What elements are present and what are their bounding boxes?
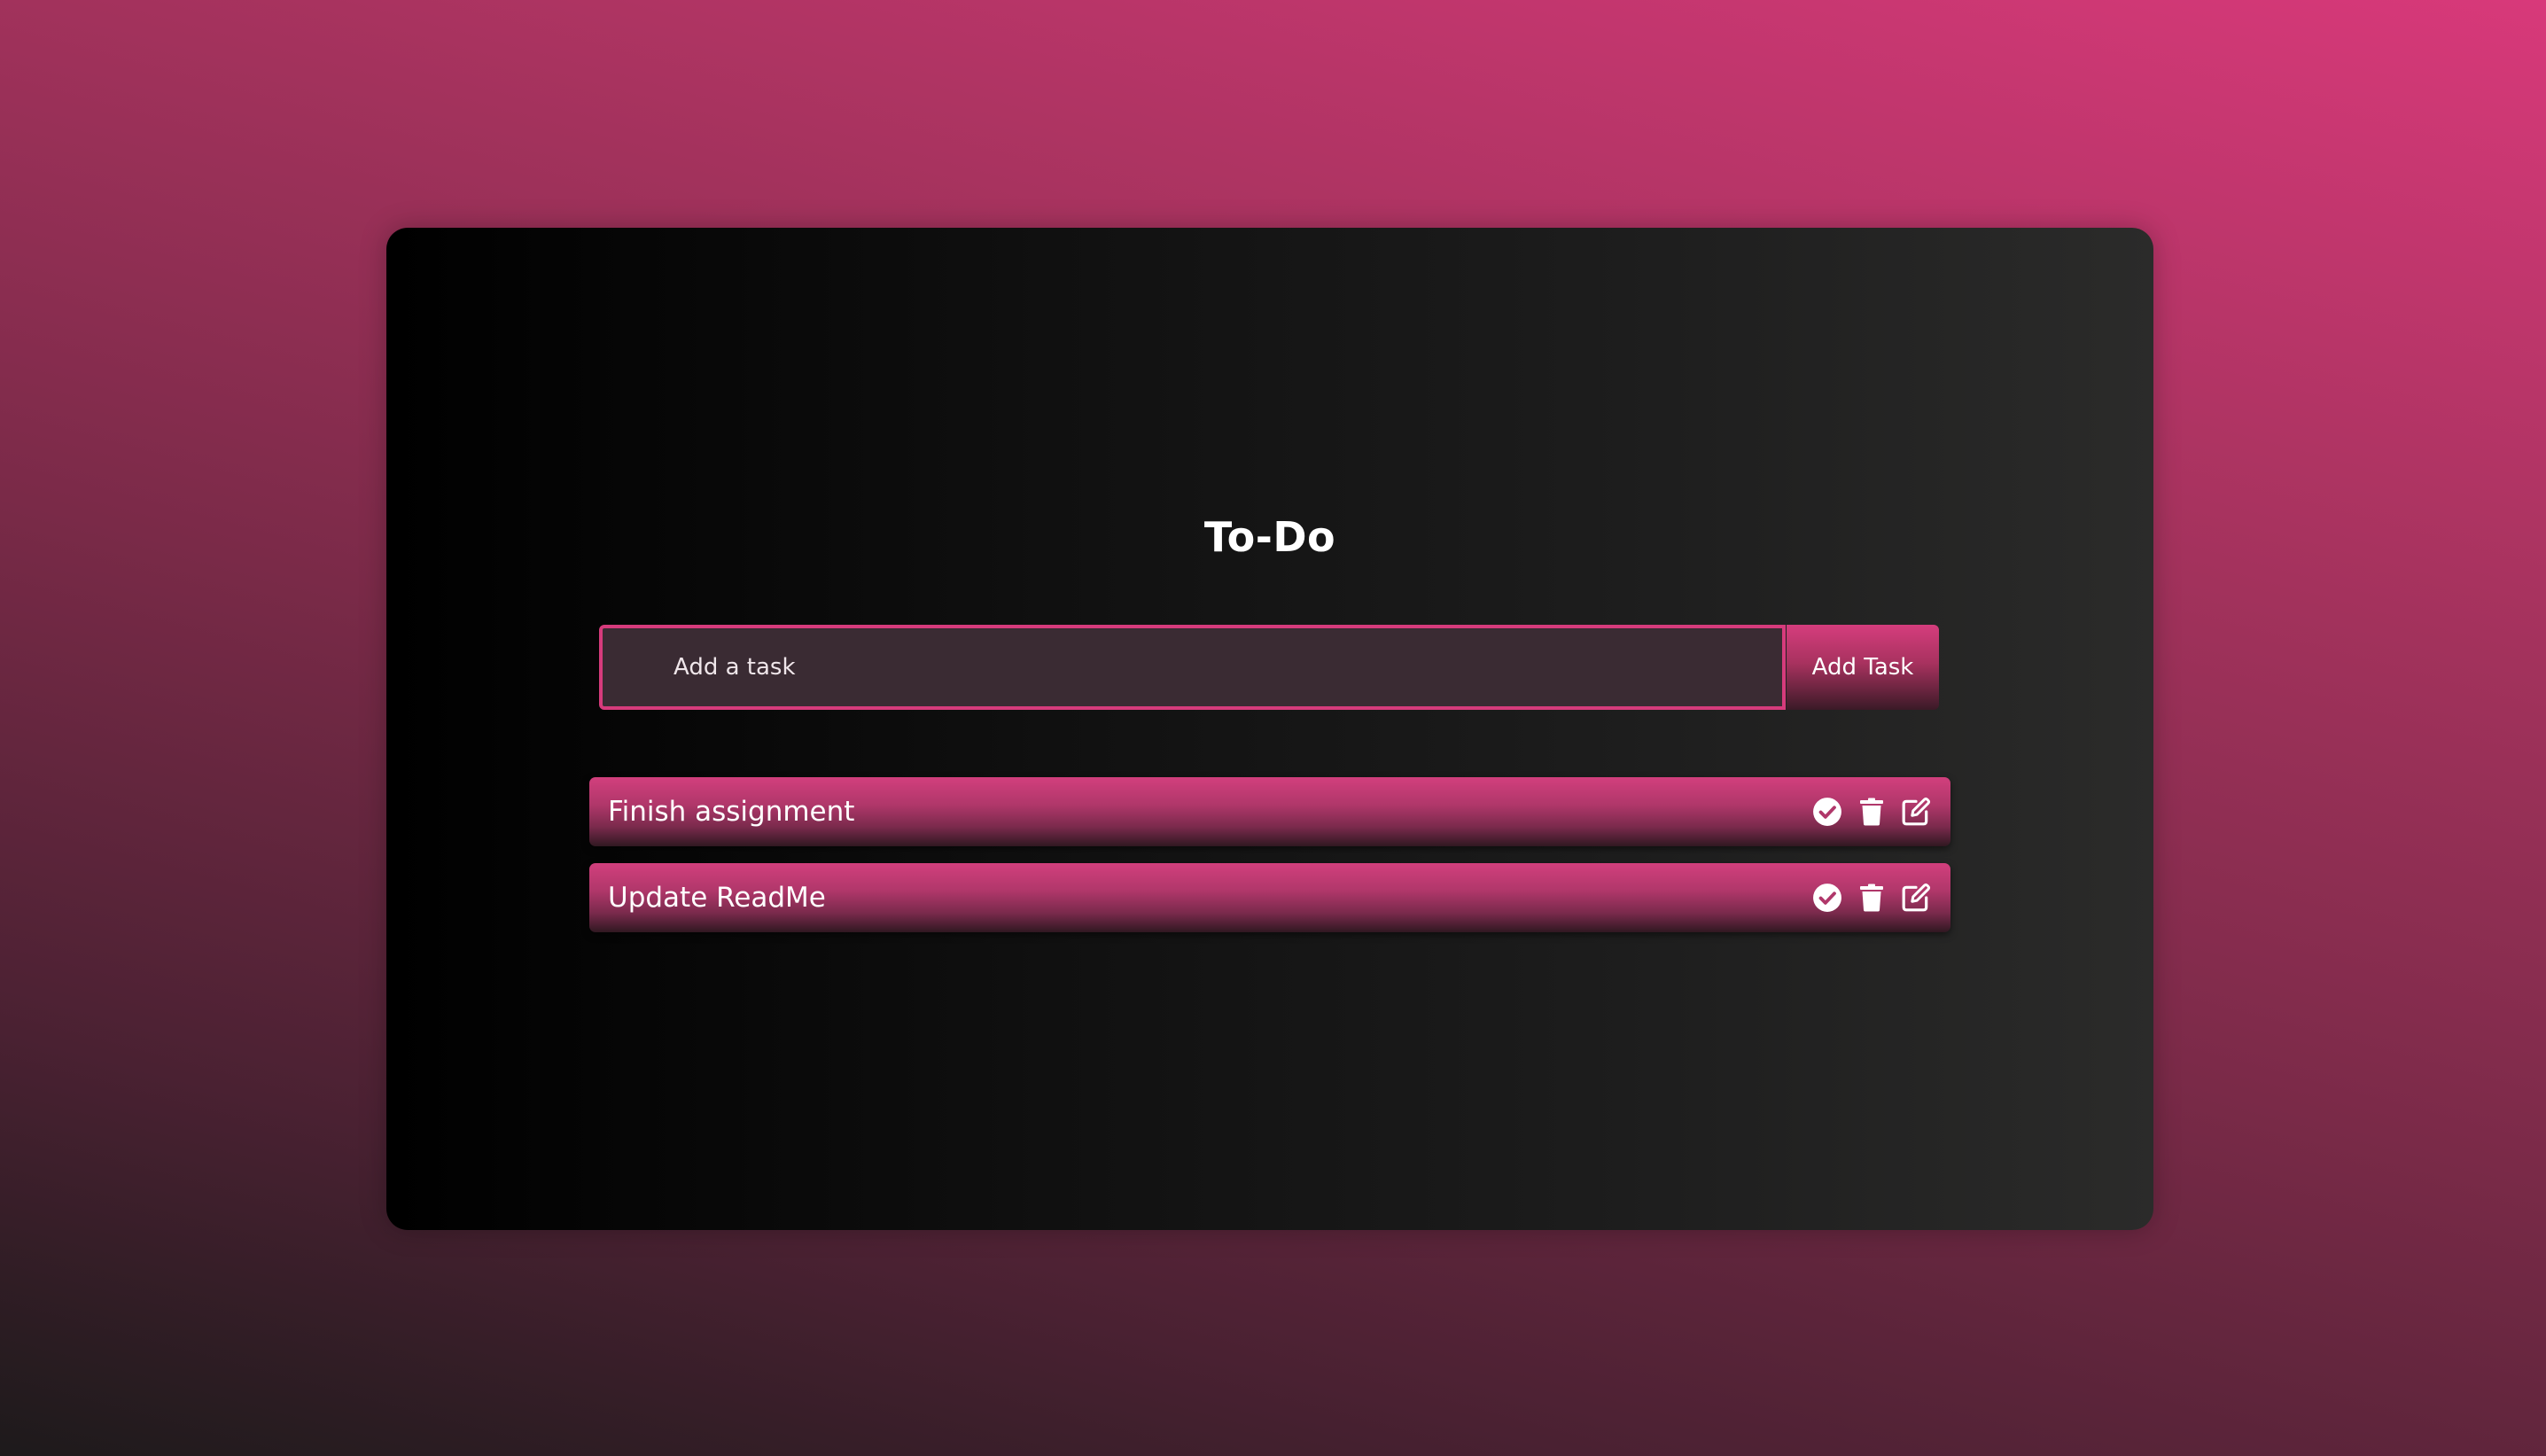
task-item: Finish assignment [589,777,1950,846]
edit-icon[interactable] [1899,881,1933,915]
task-input[interactable] [599,625,1786,710]
trash-icon[interactable] [1855,881,1888,915]
task-list: Finish assignment Update ReadMe [589,777,1950,949]
check-circle-icon[interactable] [1810,795,1844,829]
task-item: Update ReadMe [589,863,1950,932]
todo-card: To-Do Add Task Finish assignment [386,228,2153,1230]
check-circle-icon[interactable] [1810,881,1844,915]
page-title: To-Do [1203,513,1336,561]
task-actions [1800,863,1933,932]
task-actions [1800,777,1933,846]
task-text: Finish assignment [608,796,855,828]
add-task-button[interactable]: Add Task [1787,625,1939,710]
edit-icon[interactable] [1899,795,1933,829]
task-text: Update ReadMe [608,882,826,914]
trash-icon[interactable] [1855,795,1888,829]
